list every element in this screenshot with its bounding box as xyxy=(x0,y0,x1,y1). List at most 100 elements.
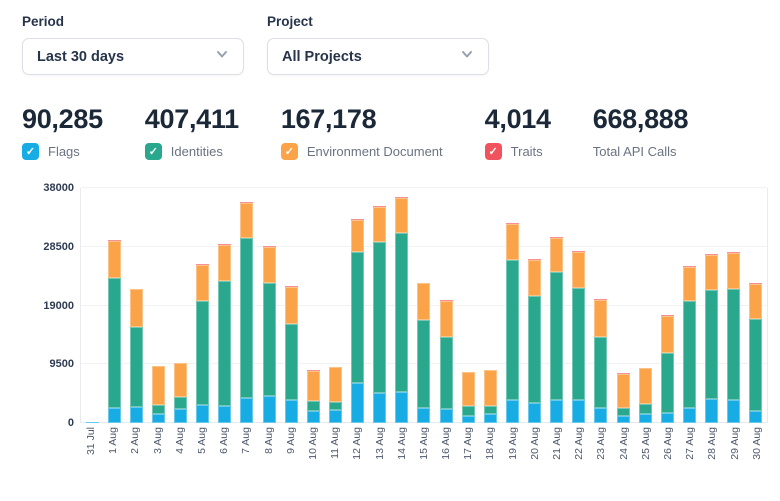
bar-segment-flags[interactable] xyxy=(594,408,607,423)
bar-column-22-aug[interactable] xyxy=(568,188,590,423)
bar-segment-identities[interactable] xyxy=(351,252,364,383)
bar-segment-flags[interactable] xyxy=(462,416,475,423)
bar-column-18-aug[interactable] xyxy=(479,188,501,423)
bar-segment-flags[interactable] xyxy=(639,414,652,423)
bar-column-31-jul[interactable] xyxy=(81,188,103,423)
bar-segment-identities[interactable] xyxy=(727,289,740,400)
bar-segment-environment-document[interactable] xyxy=(196,265,209,301)
bar-column-10-aug[interactable] xyxy=(302,188,324,423)
bar-segment-environment-document[interactable] xyxy=(528,260,541,296)
bar-column-2-aug[interactable] xyxy=(125,188,147,423)
checkbox-identities[interactable]: ✓ xyxy=(145,143,162,160)
bar-column-27-aug[interactable] xyxy=(678,188,700,423)
bar-segment-identities[interactable] xyxy=(484,406,497,415)
bar-segment-identities[interactable] xyxy=(329,402,342,410)
bar-column-29-aug[interactable] xyxy=(723,188,745,423)
checkbox-environment-document[interactable]: ✓ xyxy=(281,143,298,160)
bar-segment-identities[interactable] xyxy=(572,288,585,400)
bar-column-24-aug[interactable] xyxy=(612,188,634,423)
bar-segment-environment-document[interactable] xyxy=(329,367,342,402)
bar-segment-environment-document[interactable] xyxy=(440,301,453,337)
bar-segment-environment-document[interactable] xyxy=(617,374,630,409)
bar-segment-flags[interactable] xyxy=(285,400,298,423)
bar-segment-identities[interactable] xyxy=(307,401,320,411)
bar-column-25-aug[interactable] xyxy=(634,188,656,423)
bar-segment-flags[interactable] xyxy=(661,413,674,424)
bar-segment-identities[interactable] xyxy=(550,272,563,400)
bar-segment-flags[interactable] xyxy=(683,408,696,423)
bar-segment-flags[interactable] xyxy=(550,400,563,423)
bar-segment-environment-document[interactable] xyxy=(263,247,276,283)
checkbox-flags[interactable]: ✓ xyxy=(22,143,39,160)
bar-segment-environment-document[interactable] xyxy=(749,284,762,319)
project-dropdown[interactable]: All Projects xyxy=(267,38,489,75)
bar-segment-flags[interactable] xyxy=(373,393,386,423)
bar-segment-flags[interactable] xyxy=(351,383,364,423)
bar-segment-environment-document[interactable] xyxy=(639,368,652,404)
bar-segment-flags[interactable] xyxy=(152,414,165,423)
bar-segment-identities[interactable] xyxy=(617,408,630,416)
bar-segment-identities[interactable] xyxy=(462,406,475,415)
bar-segment-flags[interactable] xyxy=(528,403,541,423)
bar-segment-environment-document[interactable] xyxy=(506,224,519,260)
bar-column-21-aug[interactable] xyxy=(546,188,568,423)
bar-segment-environment-document[interactable] xyxy=(307,371,320,402)
bar-segment-flags[interactable] xyxy=(196,405,209,424)
bar-column-12-aug[interactable] xyxy=(347,188,369,423)
bar-segment-identities[interactable] xyxy=(130,327,143,407)
bar-segment-identities[interactable] xyxy=(152,405,165,414)
bar-segment-identities[interactable] xyxy=(373,242,386,392)
bar-column-20-aug[interactable] xyxy=(524,188,546,423)
bar-segment-identities[interactable] xyxy=(749,319,762,412)
bar-segment-flags[interactable] xyxy=(572,400,585,423)
bar-segment-identities[interactable] xyxy=(218,281,231,405)
bar-segment-flags[interactable] xyxy=(130,407,143,423)
bar-segment-flags[interactable] xyxy=(307,411,320,423)
bar-segment-environment-document[interactable] xyxy=(462,372,475,406)
bar-column-11-aug[interactable] xyxy=(324,188,346,423)
bar-segment-environment-document[interactable] xyxy=(727,253,740,289)
bar-segment-environment-document[interactable] xyxy=(550,238,563,272)
bar-segment-flags[interactable] xyxy=(329,410,342,423)
bar-segment-flags[interactable] xyxy=(240,398,253,423)
bar-segment-identities[interactable] xyxy=(705,290,718,399)
bar-segment-environment-document[interactable] xyxy=(108,241,121,278)
bar-segment-identities[interactable] xyxy=(661,353,674,413)
bar-segment-identities[interactable] xyxy=(395,233,408,392)
bar-column-14-aug[interactable] xyxy=(391,188,413,423)
bar-segment-environment-document[interactable] xyxy=(417,283,430,319)
bar-column-8-aug[interactable] xyxy=(258,188,280,423)
bar-segment-flags[interactable] xyxy=(395,392,408,424)
bar-segment-environment-document[interactable] xyxy=(152,366,165,404)
bar-segment-flags[interactable] xyxy=(506,400,519,423)
bar-column-4-aug[interactable] xyxy=(170,188,192,423)
bar-segment-environment-document[interactable] xyxy=(683,267,696,301)
bar-column-19-aug[interactable] xyxy=(501,188,523,423)
bar-column-15-aug[interactable] xyxy=(413,188,435,423)
bar-column-7-aug[interactable] xyxy=(236,188,258,423)
bar-column-3-aug[interactable] xyxy=(147,188,169,423)
bar-column-5-aug[interactable] xyxy=(192,188,214,423)
bar-column-28-aug[interactable] xyxy=(701,188,723,423)
bar-segment-environment-document[interactable] xyxy=(594,300,607,337)
bar-segment-environment-document[interactable] xyxy=(373,207,386,242)
bar-segment-environment-document[interactable] xyxy=(240,203,253,238)
bar-column-26-aug[interactable] xyxy=(656,188,678,423)
bar-segment-identities[interactable] xyxy=(196,301,209,405)
bar-segment-flags[interactable] xyxy=(86,422,99,423)
bar-segment-identities[interactable] xyxy=(440,337,453,409)
bar-segment-environment-document[interactable] xyxy=(484,370,497,405)
bar-column-13-aug[interactable] xyxy=(369,188,391,423)
bar-segment-flags[interactable] xyxy=(705,399,718,423)
bar-segment-identities[interactable] xyxy=(683,301,696,409)
bar-segment-identities[interactable] xyxy=(639,404,652,414)
bar-segment-flags[interactable] xyxy=(263,396,276,423)
bar-segment-identities[interactable] xyxy=(528,296,541,404)
bar-segment-flags[interactable] xyxy=(218,406,231,423)
bar-segment-identities[interactable] xyxy=(174,397,187,409)
bar-segment-environment-document[interactable] xyxy=(395,198,408,233)
bar-segment-flags[interactable] xyxy=(484,414,497,423)
bar-segment-environment-document[interactable] xyxy=(130,289,143,327)
bar-segment-environment-document[interactable] xyxy=(218,245,231,281)
bar-segment-environment-document[interactable] xyxy=(351,220,364,253)
